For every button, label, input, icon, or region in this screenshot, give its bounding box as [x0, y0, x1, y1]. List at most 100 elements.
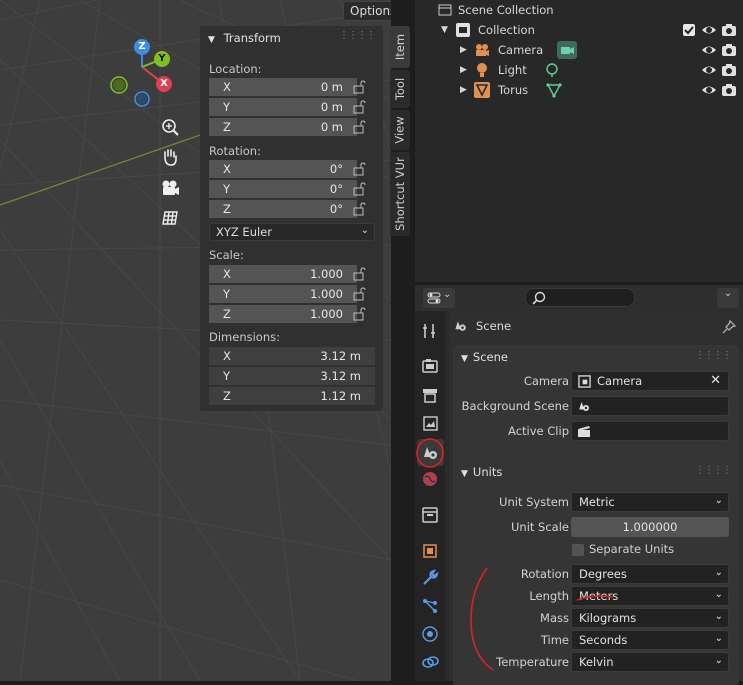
tab-shortcut-vur[interactable]: Shortcut VUr: [390, 152, 410, 236]
properties-search-input[interactable]: [525, 288, 635, 307]
lock-icon[interactable]: [352, 287, 366, 301]
expand-triangle-icon[interactable]: ▶: [460, 85, 467, 95]
light-object-icon: [474, 62, 490, 78]
drag-handle-icon[interactable]: ⋮⋮⋮⋮: [339, 30, 375, 41]
location-z-field[interactable]: Z0 m: [209, 118, 357, 136]
close-icon[interactable]: ✕: [710, 373, 721, 388]
units-panel-header[interactable]: ▼Units: [461, 465, 502, 479]
dimensions-z-field[interactable]: Z1.12 m: [209, 387, 375, 405]
properties-options-dropdown[interactable]: ⌄: [717, 288, 739, 308]
camera-render-icon[interactable]: [721, 22, 737, 38]
collection-tab-icon[interactable]: [420, 505, 440, 525]
ortho-grid-icon[interactable]: [158, 206, 182, 230]
scale-z-field[interactable]: Z1.000: [209, 305, 357, 323]
lock-icon[interactable]: [352, 202, 366, 216]
output-tab-icon[interactable]: [420, 385, 440, 405]
constraints-tab-icon[interactable]: [420, 652, 440, 672]
rotation-y-field[interactable]: Y0°: [209, 180, 357, 198]
rotation-mode-dropdown[interactable]: XYZ Euler⌄: [209, 223, 375, 241]
active-clip-label: Active Clip: [508, 424, 569, 438]
pin-icon[interactable]: [721, 319, 737, 335]
lock-icon[interactable]: [352, 267, 366, 281]
camera-data-icon[interactable]: [557, 41, 577, 59]
lock-icon[interactable]: [352, 162, 366, 176]
rotation-x-field[interactable]: X0°: [209, 160, 357, 178]
outliner-row-camera[interactable]: ▶ Camera: [415, 40, 743, 60]
scene-panel-header[interactable]: ▼Scene: [461, 350, 508, 364]
unit-scale-label: Unit Scale: [511, 520, 569, 534]
tool-tab-icon[interactable]: [420, 321, 440, 341]
chevron-down-icon: ⌄: [715, 655, 723, 666]
gizmo-y-label: Y: [154, 51, 170, 67]
eye-icon[interactable]: [701, 62, 717, 78]
scale-y-field[interactable]: Y1.000: [209, 285, 357, 303]
scale-x-field[interactable]: X1.000: [209, 265, 357, 283]
chevron-down-icon: ⌄: [715, 589, 723, 600]
separate-units-label: Separate Units: [589, 542, 674, 556]
tab-tool[interactable]: Tool: [390, 70, 410, 108]
mesh-object-icon: [474, 82, 490, 98]
options-dropdown[interactable]: Options ⌄: [343, 1, 391, 21]
object-tab-icon[interactable]: [420, 541, 440, 561]
background-scene-field[interactable]: [571, 396, 729, 416]
outliner-row-torus[interactable]: ▶ Torus: [415, 80, 743, 100]
eye-icon[interactable]: [701, 82, 717, 98]
expand-triangle-icon[interactable]: ▼: [441, 25, 448, 35]
light-data-icon[interactable]: [544, 62, 560, 78]
chevron-down-icon: ⌄: [715, 633, 723, 644]
lock-icon[interactable]: [352, 100, 366, 114]
particles-tab-icon[interactable]: [420, 596, 440, 616]
properties-header: ⌄ ⌄: [415, 285, 743, 311]
active-clip-field[interactable]: [571, 421, 729, 441]
hand-icon[interactable]: [158, 145, 182, 169]
zoom-icon[interactable]: [158, 115, 182, 139]
scene-collection-icon: [437, 2, 453, 18]
rotation-z-field[interactable]: Z0°: [209, 200, 357, 218]
physics-tab-icon[interactable]: [420, 624, 440, 644]
eye-icon[interactable]: [701, 42, 717, 58]
modifier-tab-icon[interactable]: [420, 568, 440, 588]
outliner-row-collection[interactable]: ▼ Collection: [415, 20, 743, 40]
camera-view-icon[interactable]: [158, 176, 182, 200]
3d-viewport[interactable]: Z Y X Options ⌄ ▼ Transform ⋮⋮⋮⋮ Locatio…: [0, 0, 391, 681]
lock-icon[interactable]: [352, 80, 366, 94]
camera-render-icon[interactable]: [721, 62, 737, 78]
collection-label: Collection: [478, 23, 535, 37]
drag-handle-icon[interactable]: ⋮⋮⋮⋮: [695, 465, 731, 476]
drag-handle-icon[interactable]: ⋮⋮⋮⋮: [695, 350, 731, 361]
chevron-down-icon: ⌄: [715, 611, 723, 622]
outliner-row-light[interactable]: ▶ Light: [415, 60, 743, 80]
expand-triangle-icon[interactable]: ▶: [460, 65, 467, 75]
eye-icon[interactable]: [701, 22, 717, 38]
lock-icon[interactable]: [352, 120, 366, 134]
camera-field[interactable]: Camera ✕: [571, 371, 729, 391]
dimensions-x-field[interactable]: X3.12 m: [209, 347, 375, 365]
dimensions-y-field[interactable]: Y3.12 m: [209, 367, 375, 385]
properties-editor-icon: [427, 291, 441, 305]
location-label: Location:: [209, 62, 262, 76]
tab-item[interactable]: Item: [390, 26, 410, 68]
context-title: Scene: [476, 319, 511, 333]
lock-icon[interactable]: [352, 182, 366, 196]
unit-scale-field[interactable]: 1.000000: [571, 517, 729, 537]
editor-type-dropdown[interactable]: ⌄: [423, 288, 455, 308]
mesh-data-icon[interactable]: [546, 82, 562, 98]
scale-label: Scale:: [209, 248, 244, 262]
transform-panel-header[interactable]: ▼ Transform ⋮⋮⋮⋮: [200, 26, 383, 50]
render-tab-icon[interactable]: [420, 356, 440, 376]
checkbox-icon[interactable]: [681, 22, 697, 38]
camera-render-icon[interactable]: [721, 82, 737, 98]
tab-view[interactable]: View: [390, 110, 410, 150]
camera-render-icon[interactable]: [721, 42, 737, 58]
location-x-field[interactable]: X0 m: [209, 78, 357, 96]
expand-triangle-icon[interactable]: ▶: [460, 45, 467, 55]
view-layer-tab-icon[interactable]: [420, 413, 440, 433]
outliner-row-scene-collection[interactable]: Scene Collection: [415, 0, 743, 20]
scene-icon: [577, 399, 592, 414]
lock-icon[interactable]: [352, 307, 366, 321]
location-y-field[interactable]: Y0 m: [209, 98, 357, 116]
unit-system-dropdown[interactable]: Metric⌄: [571, 492, 729, 512]
rotation-label: Rotation:: [209, 144, 261, 158]
separate-units-checkbox[interactable]: [572, 544, 584, 556]
world-tab-icon[interactable]: [420, 469, 440, 489]
